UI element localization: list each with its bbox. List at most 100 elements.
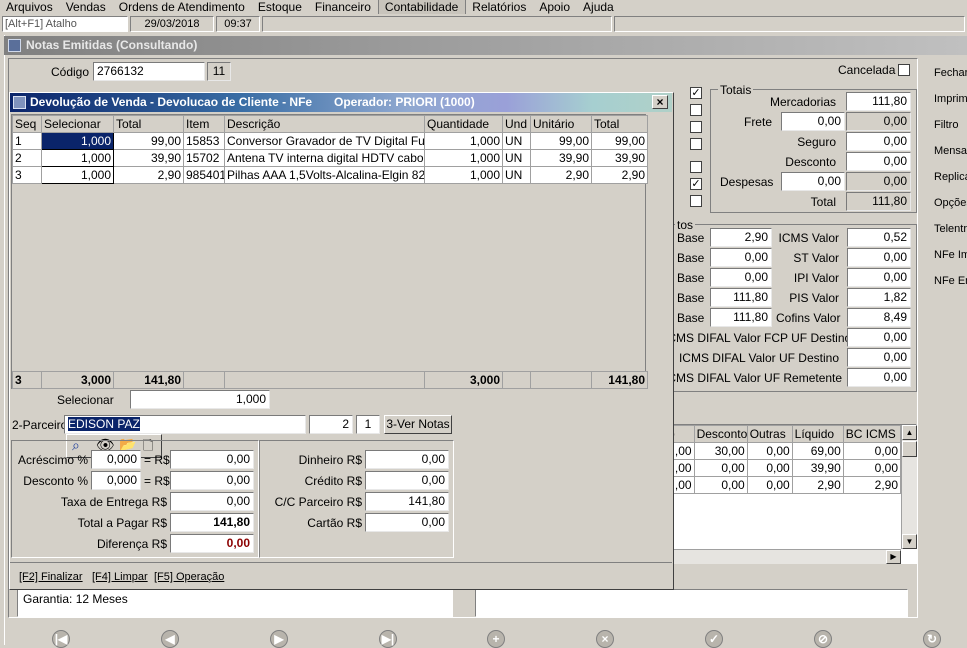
first-record-icon[interactable]: |◀	[52, 630, 70, 648]
observacao-field[interactable]	[475, 589, 908, 617]
grid-header[interactable]: Descrição	[224, 115, 425, 133]
grid-header[interactable]: Total	[591, 115, 648, 133]
table-row[interactable]: 2 1,000 39,90 15702 Antena TV interna digita…	[12, 149, 648, 167]
items-grid[interactable]: oDescontoOutrasLíquidoBC ICMS,0030,000,0…	[664, 424, 917, 564]
option-checkbox[interactable]	[690, 104, 702, 116]
selecionar-label: Selecionar	[57, 393, 114, 407]
horizontal-scrollbar[interactable]: ▶	[665, 549, 901, 564]
grid-cell-sel[interactable]: 1,000	[41, 166, 114, 184]
table-row[interactable]: ,00 30,00 0,00 69,00 0,00	[665, 442, 902, 460]
grid-header[interactable]: Selecionar	[41, 115, 114, 133]
prior-record-icon[interactable]: ◀	[161, 630, 179, 648]
garantia-field[interactable]: Garantia: 12 Meses	[17, 589, 453, 617]
frete-field[interactable]: 0,00	[781, 112, 845, 131]
grid-header[interactable]: Unitário	[530, 115, 592, 133]
grid-header[interactable]: Desconto	[693, 425, 748, 443]
refresh-icon[interactable]: ↻	[923, 630, 941, 648]
diferenca-field: 0,00	[170, 534, 254, 553]
main-title-text: Notas Emitidas (Consultando)	[26, 38, 198, 52]
side-button[interactable]: NFe Enviar	[926, 273, 967, 289]
acrescimo-val-field[interactable]: 0,00	[170, 450, 254, 469]
scroll-up-icon[interactable]: ▲	[902, 425, 917, 440]
menu-item[interactable]: Estoque	[252, 0, 309, 14]
scroll-right-icon[interactable]: ▶	[886, 550, 901, 564]
next-record-icon[interactable]: ▶	[270, 630, 288, 648]
scroll-down-icon[interactable]: ▼	[902, 534, 917, 549]
option-checkbox[interactable]	[690, 121, 702, 133]
grid-header[interactable]: Seq	[12, 115, 42, 133]
side-button[interactable]: Fechar	[926, 65, 967, 81]
grid-header[interactable]: Und	[502, 115, 531, 133]
delete-icon[interactable]: ×	[596, 630, 614, 648]
table-row[interactable]: 3 1,000 2,90 985401 Pilhas AAA 1,5Volts-Alca…	[12, 166, 648, 184]
ver-notas-button[interactable]: 3-Ver Notas	[384, 415, 452, 434]
cartao-field[interactable]: 0,00	[365, 513, 449, 532]
grid-cell-und: UN	[502, 166, 531, 184]
grid-cell-qtd: 1,000	[424, 132, 503, 150]
confirm-icon[interactable]: ✓	[705, 630, 723, 648]
menu-item[interactable]: Arquivos	[0, 0, 60, 14]
grid-header[interactable]: Líquido	[791, 425, 844, 443]
pagar-field: 141,80	[170, 513, 254, 532]
menu-item[interactable]: Relatórios	[466, 0, 533, 14]
add-icon[interactable]: +	[487, 630, 505, 648]
cancel-icon[interactable]: ⊘	[814, 630, 832, 648]
despesas-field[interactable]: 0,00	[781, 172, 845, 191]
table-row[interactable]: ,00 0,00 0,00 39,90 0,00	[665, 459, 902, 477]
menu-item[interactable]: Vendas	[60, 0, 113, 14]
difal-label: ICMS DIFAL Valor FCP UF Destino	[664, 331, 852, 345]
table-row[interactable]: ,00 0,00 0,00 2,90 2,90	[665, 476, 902, 494]
selecionar-field[interactable]: 1,000	[130, 390, 270, 409]
side-button[interactable]: Replicar	[926, 169, 967, 185]
grid-cell: 69,00	[791, 442, 844, 460]
scroll-thumb[interactable]	[902, 441, 917, 457]
menu-item[interactable]: Contabilidade	[377, 0, 467, 14]
menu-item[interactable]: Apoio	[533, 0, 577, 14]
grid-header[interactable]: BC ICMS	[842, 425, 902, 443]
finalizar-link[interactable]: [F2] Finalizar	[19, 569, 83, 585]
table-row[interactable]: 1 1,000 99,00 15853 Conversor Gravador de TV…	[12, 132, 648, 150]
entrega-field[interactable]: 0,00	[170, 492, 254, 511]
option-checkbox[interactable]	[690, 195, 702, 207]
parceiro-field[interactable]: EDISON PAZ	[64, 415, 306, 434]
side-button[interactable]: Filtro	[926, 117, 967, 133]
side-button[interactable]: Imprimir	[926, 91, 967, 107]
menu-item[interactable]: Ordens de Atendimento	[113, 0, 252, 14]
desconto-val-field[interactable]: 0,00	[170, 471, 254, 490]
footer-cell	[530, 371, 592, 389]
grid-cell-sel[interactable]: 1,000	[41, 132, 114, 150]
option-checkbox[interactable]	[690, 161, 702, 173]
side-button[interactable]: NFe Imprimir	[926, 247, 967, 263]
cancelada-checkbox[interactable]	[898, 64, 910, 76]
side-button[interactable]: Mensagem	[926, 143, 967, 159]
menu-item[interactable]: Ajuda	[577, 0, 621, 14]
option-checkbox[interactable]: ✓	[690, 87, 702, 99]
difal-label: ICMS DIFAL Valor UF Destino	[678, 351, 839, 365]
option-checkbox[interactable]	[690, 138, 702, 150]
grid-cell-und: UN	[502, 149, 531, 167]
dinheiro-label: Dinheiro R$	[298, 453, 362, 467]
close-icon[interactable]: ×	[652, 95, 668, 109]
devolucao-grid[interactable]: Seq Selecionar Total Item Descrição Quantidad…	[11, 114, 648, 389]
codigo-field[interactable]: 2766132	[93, 62, 205, 81]
side-button[interactable]: Telentrega	[926, 221, 967, 237]
menu-item[interactable]: Financeiro	[309, 0, 378, 14]
grid-header[interactable]: Quantidade	[424, 115, 503, 133]
side-button[interactable]: Opções	[926, 195, 967, 211]
last-record-icon[interactable]: ▶|	[379, 630, 397, 648]
grid-header[interactable]: Total	[113, 115, 184, 133]
grid-cell-sel[interactable]: 1,000	[41, 149, 114, 167]
limpar-link[interactable]: [F4] Limpar	[92, 569, 148, 585]
grid-cell-item: 15853	[183, 132, 225, 150]
grid-header[interactable]: Item	[183, 115, 225, 133]
dinheiro-field[interactable]: 0,00	[365, 450, 449, 469]
shortcut-field[interactable]: [Alt+F1] Atalho	[2, 16, 128, 32]
desconto-pct-field[interactable]: 0,000	[91, 471, 141, 490]
acrescimo-pct-field[interactable]: 0,000	[91, 450, 141, 469]
ccparceiro-field[interactable]: 141,80	[365, 492, 449, 511]
operacao-link[interactable]: [F5] Operação	[154, 569, 224, 585]
option-checkbox[interactable]: ✓	[690, 178, 702, 190]
grid-header[interactable]: Outras	[746, 425, 793, 443]
vertical-scrollbar[interactable]: ▲ ▼	[901, 425, 917, 549]
credito-field[interactable]: 0,00	[365, 471, 449, 490]
